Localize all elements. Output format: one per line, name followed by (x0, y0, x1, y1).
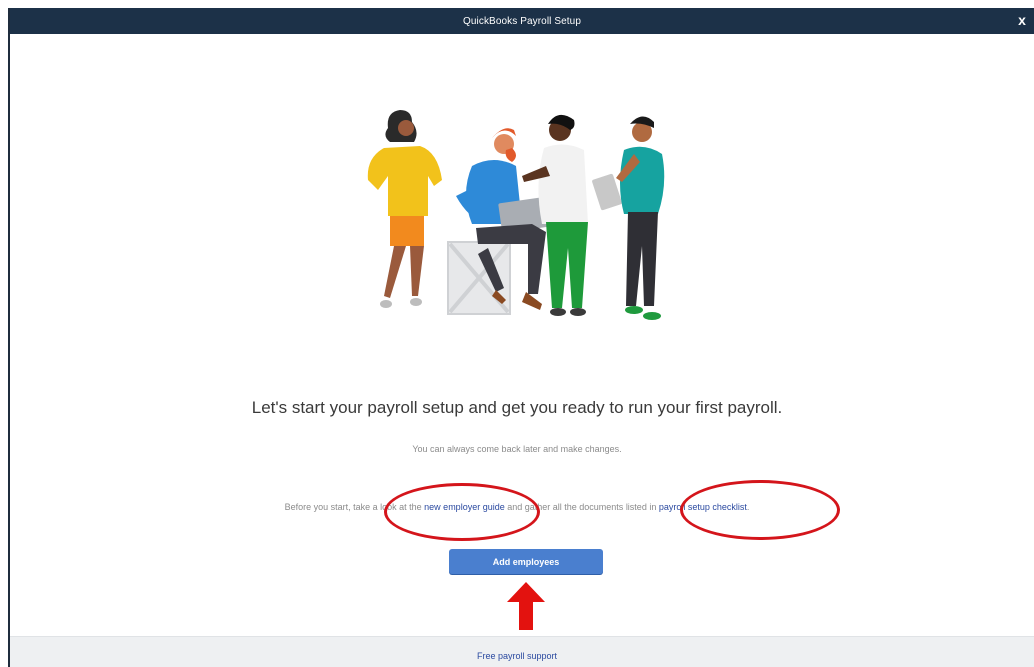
team-illustration (367, 110, 665, 320)
crate-shape (447, 241, 511, 315)
person-yellow-jacket (367, 110, 442, 308)
new-employer-guide-link[interactable]: new employer guide (424, 502, 505, 512)
red-arrow-icon (507, 582, 545, 630)
note-suffix: . (746, 502, 750, 512)
close-icon[interactable]: x (1014, 12, 1030, 28)
free-payroll-support-link[interactable]: Free payroll support (10, 651, 1034, 661)
payroll-setup-checklist-link[interactable]: payroll setup checklist (659, 502, 747, 512)
note-prefix: Before you start, take a look at the (284, 502, 425, 512)
page-subheading: You can always come back later and make … (412, 444, 622, 454)
person-teal-shirt (616, 116, 665, 320)
window-title: QuickBooks Payroll Setup (462, 15, 581, 27)
add-employees-button[interactable]: Add employees (449, 549, 603, 574)
footer-bar: Free payroll support (10, 636, 1034, 667)
prep-note: Before you start, take a look at the new… (0, 502, 1034, 512)
note-middle: and gather all the documents listed in (504, 502, 659, 512)
title-bar: QuickBooks Payroll Setup x (10, 8, 1034, 34)
page-heading: Let's start your payroll setup and get y… (251, 398, 783, 417)
